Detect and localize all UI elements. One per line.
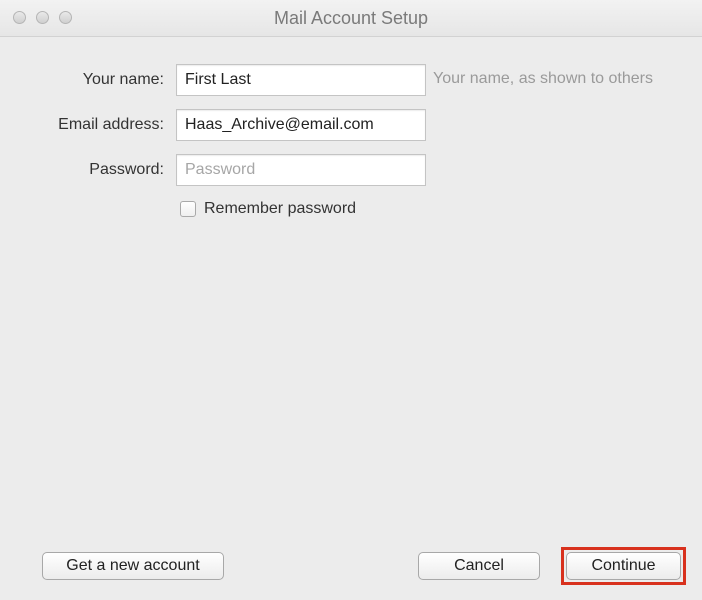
title-bar: Mail Account Setup [0, 0, 702, 37]
get-new-account-button[interactable]: Get a new account [42, 552, 224, 580]
window-title: Mail Account Setup [273, 8, 429, 28]
remember-password-checkbox[interactable] [180, 201, 196, 217]
password-label: Password: [89, 161, 164, 178]
your-name-label: Your name: [82, 71, 164, 88]
cancel-button[interactable]: Cancel [418, 552, 540, 580]
your-name-hint: Your name, as shown to others [433, 70, 653, 87]
remember-password-label[interactable]: Remember password [204, 200, 356, 218]
password-field[interactable]: Password [176, 154, 426, 186]
your-name-field[interactable]: First Last [176, 64, 426, 96]
continue-button[interactable]: Continue [566, 552, 681, 580]
mail-account-setup-window: Mail Account Setup Your name: First Last… [0, 0, 702, 600]
email-address-field[interactable]: Haas_Archive@email.com [176, 109, 426, 141]
email-address-label: Email address: [58, 116, 164, 133]
